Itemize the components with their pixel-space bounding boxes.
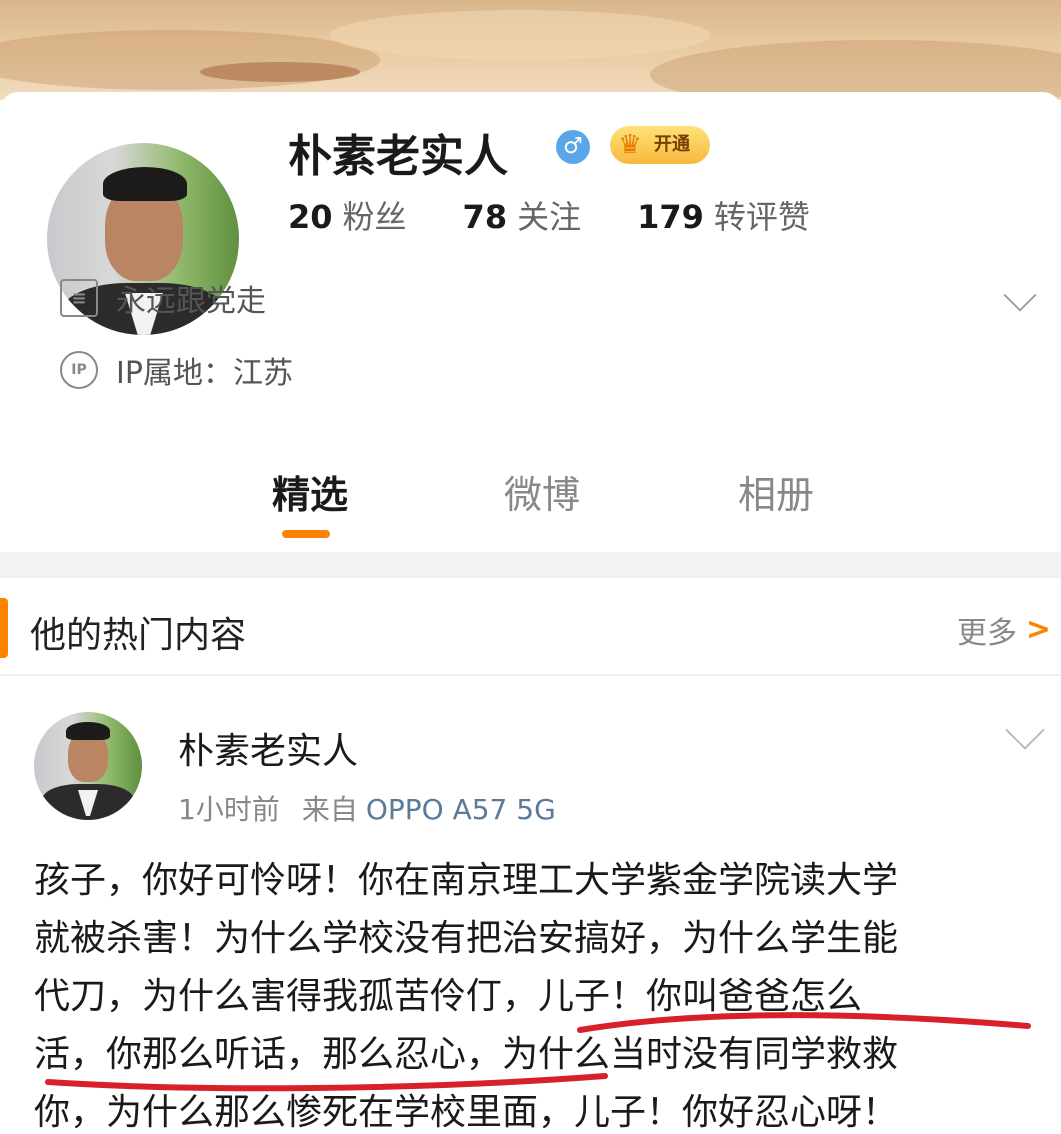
post-source-prefix: 来自 (301, 793, 358, 826)
cover-image (0, 0, 1061, 100)
tab-weibo[interactable]: 微博 (504, 464, 580, 519)
ip-row: IP IP属地：江苏 (60, 348, 293, 392)
stat-interactions-count: 179 (637, 198, 704, 236)
stat-interactions-label: 转评赞 (713, 198, 810, 236)
profile-stats: 20 粉丝 78 关注 179 转评赞 (288, 192, 866, 238)
ip-location-text: IP属地：江苏 (116, 356, 293, 391)
vip-label: 开通 (654, 134, 690, 155)
stat-interactions[interactable]: 179 转评赞 (637, 192, 810, 238)
stat-following-count: 78 (462, 198, 508, 236)
chevron-right-icon[interactable]: > (1026, 612, 1051, 647)
post-line: 就被杀害！为什么学校没有把治安搞好，为什么学生能 (34, 918, 899, 959)
post-meta: 1小时前 来自 OPPO A57 5G (178, 788, 556, 828)
profile-card: 朴素老实人 ♂ ♛ 开通 20 粉丝 78 关注 179 转评赞 ≡ 永远跟党走 IP… (0, 92, 1061, 552)
post-device[interactable]: OPPO A57 5G (366, 793, 556, 826)
document-icon: ≡ (60, 279, 98, 317)
post-body[interactable]: 孩子，你好可怜呀！你在南京理工大学紫金学院读大学 就被杀害！为什么学校没有把治安… (34, 852, 1034, 1134)
divider (0, 674, 1061, 676)
stat-following-label: 关注 (517, 198, 582, 236)
section-title: 他的热门内容 (30, 615, 247, 656)
male-icon: ♂ (556, 130, 590, 164)
expand-chevron-icon[interactable] (1003, 278, 1037, 312)
profile-tabs: 精选 微博 相册 (0, 464, 1061, 544)
post-line: 代刀，为什么害得我孤苦伶仃，儿子！你叫爸爸怎么 (34, 976, 863, 1017)
tab-featured[interactable]: 精选 (272, 464, 348, 519)
post-line: 孩子，你好可怜呀！你在南京理工大学紫金学院读大学 (34, 860, 899, 901)
post-line: 活，你那么听话，那么忍心，为什么当时没有同学救救 (34, 1034, 899, 1075)
bio-row: ≡ 永远跟党走 (60, 276, 266, 320)
profile-name: 朴素老实人 (288, 131, 508, 182)
section-gap (0, 552, 1061, 578)
section-accent-bar (0, 598, 8, 658)
hot-content-header: 他的热门内容 更多 > (0, 578, 1061, 674)
post-menu-chevron-icon[interactable] (1005, 710, 1045, 750)
active-tab-indicator (282, 530, 330, 538)
post-time: 1小时前 (178, 793, 280, 826)
ip-icon: IP (60, 351, 98, 389)
stat-fans-label: 粉丝 (342, 198, 407, 236)
post-author-name[interactable]: 朴素老实人 (178, 722, 358, 774)
stat-following[interactable]: 78 关注 (463, 192, 582, 238)
crown-icon: ♛ (618, 130, 642, 160)
bio-text: 永远跟党走 (116, 284, 266, 319)
more-link[interactable]: 更多 (957, 608, 1017, 652)
post-author-avatar[interactable] (34, 712, 142, 820)
post-line: 你，为什么那么惨死在学校里面，儿子！你好忍心呀！ (34, 1092, 899, 1133)
vip-open-button[interactable]: ♛ 开通 (610, 126, 710, 164)
stat-fans-count: 20 (288, 198, 333, 236)
tab-album[interactable]: 相册 (738, 464, 814, 519)
stat-fans[interactable]: 20 粉丝 (288, 192, 407, 238)
